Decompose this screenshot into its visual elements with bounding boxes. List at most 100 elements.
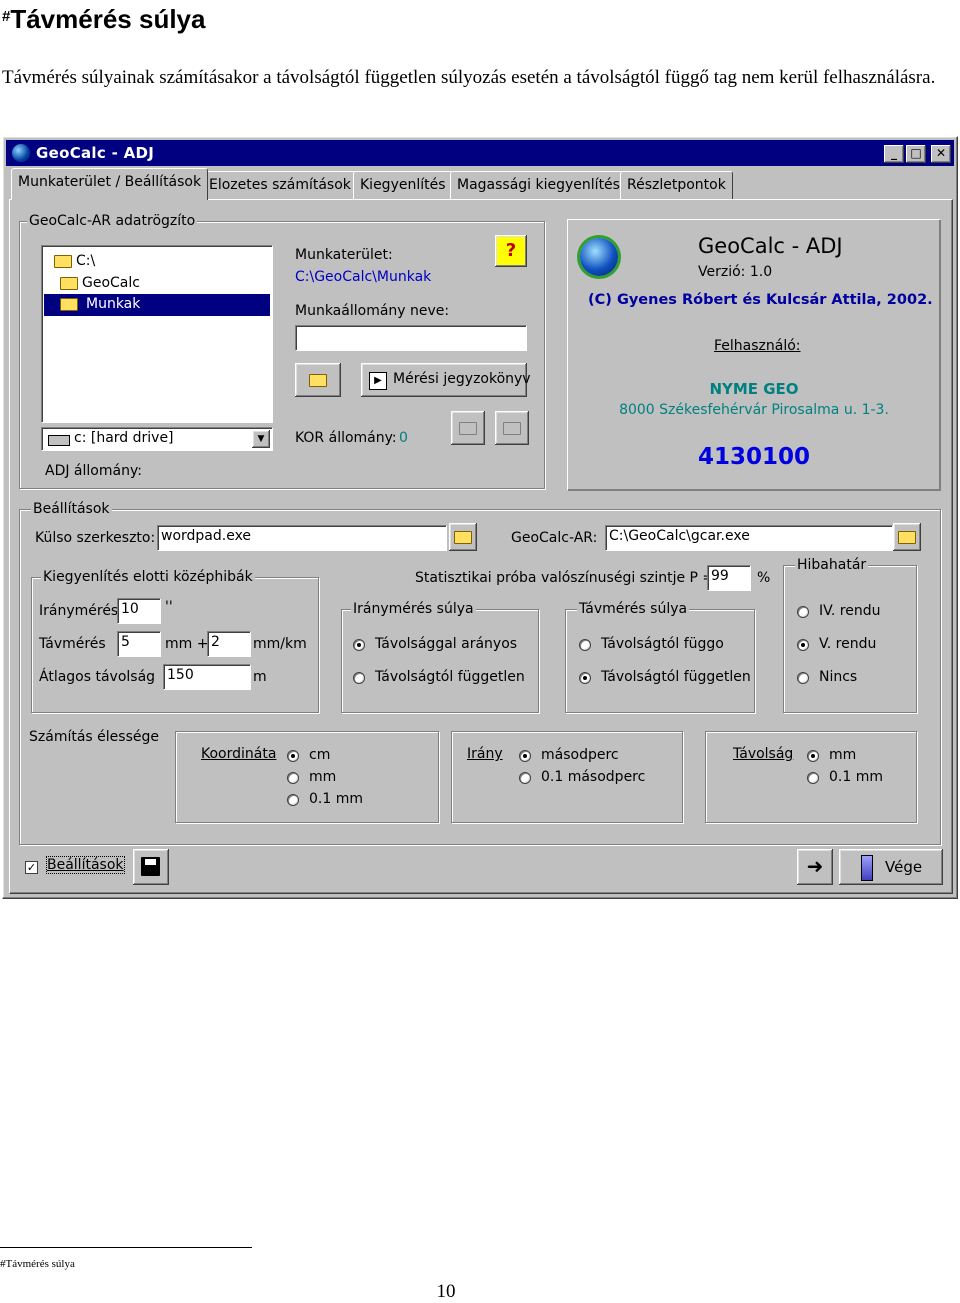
- globe-icon: [12, 144, 30, 162]
- window-title: GeoCalc - ADJ: [36, 144, 155, 162]
- distance-error-label: Távmérés: [39, 636, 106, 652]
- title-bar[interactable]: GeoCalc - ADJ _ □ ✕: [6, 140, 954, 166]
- save-button[interactable]: [133, 849, 169, 885]
- browse-gcar-button[interactable]: [893, 523, 921, 551]
- settings-legend: Beállítások: [31, 501, 112, 517]
- about-version: Verzió: 1.0: [698, 264, 773, 280]
- direction-weight-legend: Iránymérés súlya: [351, 601, 476, 617]
- radio-none[interactable]: [797, 672, 809, 684]
- gcar-input[interactable]: C:\GeoCalc\gcar.exe: [605, 525, 893, 551]
- distance-ppm-input[interactable]: 2: [207, 631, 251, 657]
- folder-item-geocalc[interactable]: GeoCalc: [50, 274, 250, 294]
- radio-proportional-label[interactable]: Távolsággal arányos: [375, 636, 517, 652]
- distance-error-unit: mm +: [165, 636, 209, 652]
- coord-precision-group: [175, 731, 439, 823]
- folder-tree[interactable]: C:\ GeoCalc Munkak: [41, 245, 273, 423]
- workfile-label: Munkaállomány neve:: [295, 303, 450, 319]
- workspace-label: Munkaterület:: [295, 247, 393, 263]
- exit-button-label: Vége: [885, 858, 923, 876]
- open-folder-icon: [454, 531, 472, 544]
- open-folder-button[interactable]: [295, 363, 341, 397]
- folder-item-munkak[interactable]: Munkak: [44, 294, 270, 316]
- open-folder-icon: [60, 298, 78, 311]
- minimize-button[interactable]: _: [884, 145, 904, 163]
- radio-dir-01second-label[interactable]: 0.1 másodperc: [541, 769, 645, 785]
- folder-label: Munkak: [86, 296, 141, 312]
- kor-value: 0: [399, 430, 408, 446]
- radio-dist-mm[interactable]: [807, 750, 819, 762]
- radio-distance-independent-label[interactable]: Távolságtól független: [601, 669, 751, 685]
- tab-adjustment[interactable]: Kiegyenlítés: [353, 171, 453, 200]
- radio-coord-mm[interactable]: [287, 772, 299, 784]
- user-label: Felhasználó:: [714, 338, 801, 354]
- heading-text: Távmérés súlya: [10, 4, 206, 34]
- open-folder-icon: [459, 422, 477, 435]
- radio-direction-independent-label[interactable]: Távolságtól független: [375, 669, 525, 685]
- tab-workspace-settings[interactable]: Munkaterület / Beállítások: [11, 168, 209, 200]
- workfile-input[interactable]: [295, 325, 527, 351]
- globe-icon: [580, 238, 618, 276]
- radio-coord-cm-label[interactable]: cm: [309, 747, 330, 763]
- tab-preliminary[interactable]: Elozetes számítások: [202, 171, 358, 200]
- radio-dist-mm-label[interactable]: mm: [829, 747, 856, 763]
- radio-proportional[interactable]: [353, 639, 365, 651]
- radio-dir-second-label[interactable]: másodperc: [541, 747, 619, 763]
- next-arrow-button[interactable]: ➜: [797, 849, 833, 885]
- document-paragraph: Távmérés súlyainak számításakor a távols…: [2, 67, 936, 88]
- distance-weight-group: [565, 609, 755, 713]
- editor-label: Külso szerkeszto:: [35, 530, 156, 546]
- workspace-path: C:\GeoCalc\Munkak: [295, 269, 432, 285]
- copy-kor-button[interactable]: [495, 411, 529, 445]
- drive-value: c: [hard drive]: [74, 430, 174, 446]
- floppy-label: [145, 859, 156, 865]
- report-button[interactable]: ▶ Mérési jegyzokönyv: [361, 363, 531, 397]
- adj-file-label: ADJ állomány:: [45, 463, 142, 479]
- exit-button[interactable]: Vége: [839, 849, 943, 885]
- recorder-legend: GeoCalc-AR adatrögzíto: [27, 213, 198, 229]
- editor-input[interactable]: wordpad.exe: [157, 525, 447, 551]
- radio-coord-01mm[interactable]: [287, 794, 299, 806]
- dir-precision-label: Irány: [467, 746, 503, 762]
- folder-label: GeoCalc: [82, 275, 140, 291]
- settings-checkbox-label[interactable]: Beállítások: [46, 856, 125, 874]
- geocalc-window: GeoCalc - ADJ _ □ ✕ Munkaterület / Beáll…: [2, 136, 958, 899]
- radio-none-label[interactable]: Nincs: [819, 669, 857, 685]
- folder-label: C:\: [76, 253, 96, 269]
- radio-dist-01mm[interactable]: [807, 772, 819, 784]
- avg-distance-input[interactable]: 150: [163, 664, 251, 690]
- close-button[interactable]: ✕: [931, 145, 951, 163]
- drive-select[interactable]: c: [hard drive] ▼: [41, 427, 273, 451]
- tab-detail-points[interactable]: Részletpontok: [620, 171, 733, 200]
- maximize-button[interactable]: □: [906, 145, 926, 163]
- open-kor-button[interactable]: [451, 411, 485, 445]
- radio-distance-independent[interactable]: [579, 672, 591, 684]
- radio-coord-cm[interactable]: [287, 750, 299, 762]
- user-org: NYME GEO: [709, 380, 799, 398]
- radio-dist-01mm-label[interactable]: 0.1 mm: [829, 769, 883, 785]
- help-button[interactable]: ?: [495, 235, 527, 267]
- radio-order-iv[interactable]: [797, 606, 809, 618]
- open-folder-icon: [898, 531, 916, 544]
- stat-input[interactable]: 99: [707, 565, 751, 591]
- radio-order-v[interactable]: [797, 639, 809, 651]
- radio-dir-01second[interactable]: [519, 772, 531, 784]
- radio-order-v-label[interactable]: V. rendu: [819, 636, 876, 652]
- browse-editor-button[interactable]: [449, 523, 477, 551]
- radio-dir-second[interactable]: [519, 750, 531, 762]
- radio-order-iv-label[interactable]: IV. rendu: [819, 603, 881, 619]
- distance-weight-legend: Távmérés súlya: [577, 601, 690, 617]
- folder-item-root[interactable]: C:\: [50, 252, 250, 272]
- direction-error-unit: '': [165, 599, 173, 615]
- prior-errors-legend: Kiegyenlítés elotti középhibák: [41, 569, 255, 585]
- distance-error-input[interactable]: 5: [117, 631, 161, 657]
- settings-checkbox[interactable]: ✓: [25, 861, 38, 874]
- radio-direction-independent[interactable]: [353, 672, 365, 684]
- direction-error-input[interactable]: 10: [117, 598, 161, 624]
- radio-distance-dependent[interactable]: [579, 639, 591, 651]
- radio-coord-mm-label[interactable]: mm: [309, 769, 336, 785]
- chevron-down-icon[interactable]: ▼: [252, 430, 270, 448]
- arrow-right-icon: ➜: [806, 854, 824, 878]
- radio-distance-dependent-label[interactable]: Távolságtól függo: [601, 636, 724, 652]
- tab-height-adjustment[interactable]: Magassági kiegyenlítés: [450, 171, 627, 200]
- radio-coord-01mm-label[interactable]: 0.1 mm: [309, 791, 363, 807]
